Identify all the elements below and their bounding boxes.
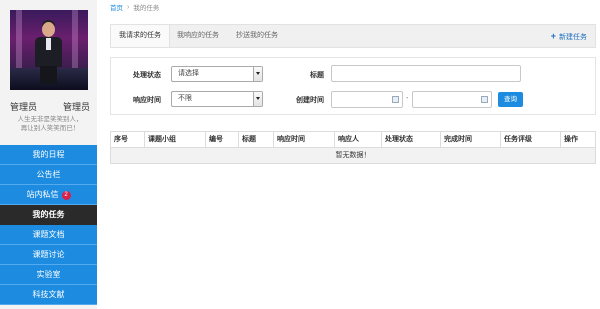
query-button[interactable]: 查询 — [498, 92, 523, 107]
sidebar-item-literature[interactable]: 科技文献 — [0, 285, 97, 305]
breadcrumb-home-link[interactable]: 首页 — [110, 2, 123, 12]
user-motto: 人生无非是笑笑别人， 再让别人笑笑而已！ — [8, 115, 92, 133]
main-content: 首页 › 我的任务 我请求的任务 我响应的任务 抄送我的任务 + 新建任务 处理状… — [108, 0, 598, 309]
breadcrumb-current: 我的任务 — [133, 5, 160, 12]
column-header[interactable]: 操作 — [561, 132, 595, 147]
sidebar-menu: 我的日程 公告栏 站内私信 2 我的任务 课题文档 课题讨论 实验室 科技文献 — [0, 145, 97, 305]
empty-state: 暂无数据！ — [111, 148, 595, 163]
create-time-label: 创建时间 — [296, 97, 324, 104]
sidebar-item-lab[interactable]: 实验室 — [0, 265, 97, 285]
new-task-button[interactable]: + 新建任务 — [551, 25, 587, 47]
sidebar-item-label: 我的日程 — [32, 150, 65, 159]
sidebar-item-messages[interactable]: 站内私信 2 — [0, 185, 97, 205]
create-time-to-input[interactable] — [412, 91, 492, 108]
title-label: 标题 — [310, 72, 324, 79]
dropdown-arrow-icon — [253, 92, 262, 106]
column-header[interactable]: 课题小组 — [145, 132, 206, 147]
table-header: 序号 课题小组 编号 标题 响应时间 响应人 处理状态 完成时间 任务评级 操作 — [111, 132, 595, 148]
column-header[interactable]: 处理状态 — [382, 132, 441, 147]
column-header[interactable]: 任务评级 — [501, 132, 561, 147]
response-time-label: 响应时间 — [133, 97, 161, 104]
create-time-from-input[interactable] — [331, 91, 403, 108]
sidebar-item-label: 我的任务 — [32, 210, 65, 219]
plus-icon: + — [550, 31, 556, 41]
calendar-icon[interactable] — [481, 96, 488, 103]
sidebar-item-schedule[interactable]: 我的日程 — [0, 145, 97, 165]
tab-responded[interactable]: 我响应的任务 — [169, 25, 227, 47]
column-header[interactable]: 标题 — [239, 132, 274, 147]
chevron-right-icon: › — [127, 3, 130, 11]
avatar-shirt — [46, 38, 51, 50]
column-header[interactable]: 序号 — [111, 132, 145, 147]
sidebar-item-bulletin[interactable]: 公告栏 — [0, 165, 97, 185]
sidebar-item-label: 科技文献 — [32, 290, 65, 299]
tab-bar: 我请求的任务 我响应的任务 抄送我的任务 + 新建任务 — [110, 24, 596, 48]
sidebar-item-label: 课题文档 — [32, 230, 65, 239]
column-header[interactable]: 完成时间 — [441, 132, 501, 147]
status-select-value: 请选择 — [178, 70, 199, 77]
user-names: 管理员 管理员 — [10, 100, 90, 113]
avatar-head — [42, 22, 55, 37]
task-table: 序号 课题小组 编号 标题 响应时间 响应人 处理状态 完成时间 任务评级 操作… — [110, 131, 596, 164]
column-header[interactable]: 响应人 — [335, 132, 382, 147]
tab-requested[interactable]: 我请求的任务 — [111, 25, 170, 47]
sidebar-item-my-tasks[interactable]: 我的任务 — [0, 205, 97, 225]
calendar-icon[interactable] — [392, 96, 399, 103]
user-role: 管理员 — [62, 102, 90, 112]
tab-cc[interactable]: 抄送我的任务 — [228, 25, 286, 47]
new-task-label: 新建任务 — [559, 34, 587, 41]
response-time-select[interactable]: 不限 — [171, 91, 263, 107]
filter-panel: 处理状态 请选择 标题 响应时间 不限 创建时间 - 查询 — [110, 57, 596, 115]
user-name: 管理员 — [10, 102, 38, 112]
status-select[interactable]: 请选择 — [171, 66, 263, 82]
range-separator: - — [406, 95, 409, 102]
stage-light — [16, 10, 22, 70]
avatar-legs — [40, 66, 57, 84]
column-header[interactable]: 响应时间 — [274, 132, 335, 147]
sidebar-item-label: 站内私信 — [26, 190, 59, 199]
motto-line: 人生无非是笑笑别人， — [17, 116, 83, 123]
unread-badge: 2 — [61, 191, 71, 200]
column-header[interactable]: 编号 — [206, 132, 239, 147]
avatar[interactable] — [10, 10, 88, 90]
breadcrumb: 首页 › 我的任务 — [110, 2, 160, 13]
status-label: 处理状态 — [133, 72, 161, 79]
response-time-select-value: 不限 — [178, 95, 192, 102]
sidebar: 管理员 管理员 人生无非是笑笑别人， 再让别人笑笑而已！ 我的日程 公告栏 站内… — [0, 0, 97, 309]
title-input[interactable] — [331, 65, 521, 82]
sidebar-item-label: 实验室 — [36, 270, 61, 279]
sidebar-item-label: 课题讨论 — [32, 250, 65, 259]
motto-line: 再让别人笑笑而已！ — [20, 125, 80, 132]
sidebar-item-discussion[interactable]: 课题讨论 — [0, 245, 97, 265]
dropdown-arrow-icon — [253, 67, 262, 81]
stage-light — [72, 10, 78, 70]
sidebar-item-documents[interactable]: 课题文档 — [0, 225, 97, 245]
sidebar-item-label: 公告栏 — [36, 170, 61, 179]
